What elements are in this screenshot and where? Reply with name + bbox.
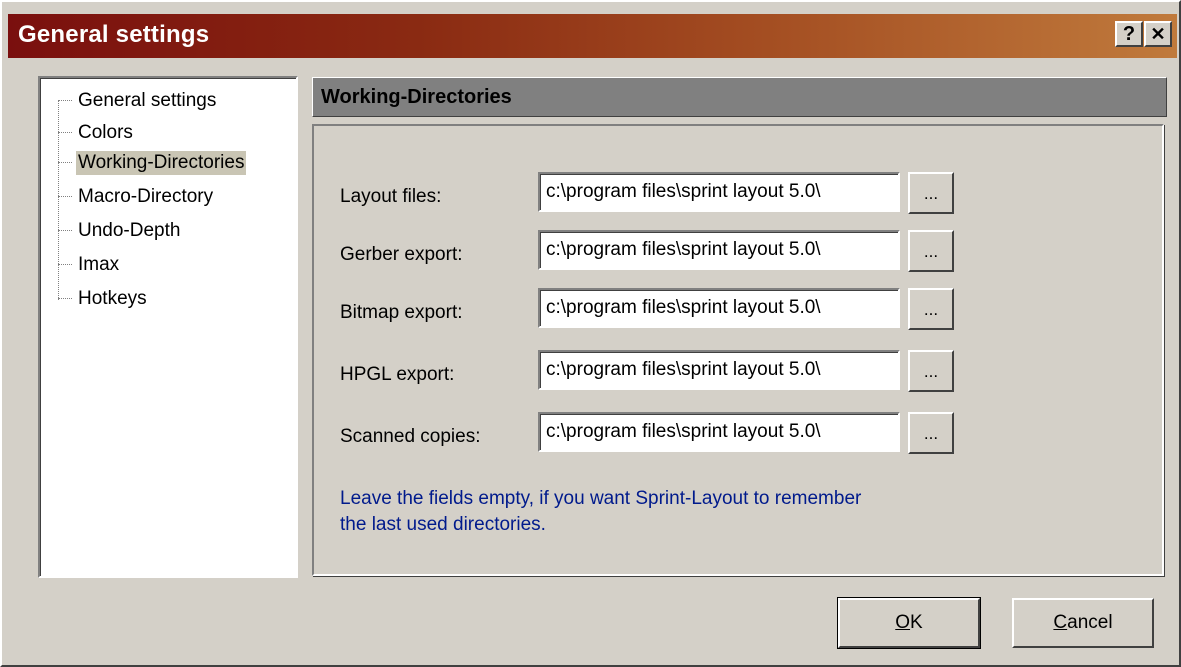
scanned-copies-input[interactable]: c:\program files\sprint layout 5.0\ (538, 412, 900, 452)
layout-files-browse-button[interactable]: ... (908, 172, 954, 214)
tree-connector (58, 162, 72, 164)
tree-item-label: Hotkeys (78, 288, 147, 309)
hint-line-2: the last used directories. (340, 514, 546, 535)
cancel-mnemonic: C (1053, 612, 1068, 633)
layout-files-label: Layout files: (340, 186, 442, 207)
tree-item-working-directories[interactable]: Working-Directories (58, 148, 247, 178)
section-title: Working-Directories (321, 86, 512, 108)
tree-item-undo-depth[interactable]: Undo-Depth (58, 216, 182, 246)
hpgl-export-input[interactable]: c:\program files\sprint layout 5.0\ (538, 350, 900, 390)
close-button[interactable]: ✕ (1144, 21, 1172, 47)
scanned-copies-browse-button[interactable]: ... (908, 412, 954, 454)
tree-connector (58, 264, 72, 266)
cancel-label-rest: ancel (1067, 612, 1113, 633)
hint-text: Leave the fields empty, if you want Spri… (340, 486, 960, 538)
settings-dialog: General settings ? ✕ General settings Co… (0, 0, 1181, 667)
layout-files-input[interactable]: c:\program files\sprint layout 5.0\ (538, 172, 900, 212)
hint-line-1: Leave the fields empty, if you want Spri… (340, 488, 862, 509)
window-title: General settings (18, 21, 210, 48)
bitmap-export-label: Bitmap export: (340, 302, 463, 323)
ok-button[interactable]: OK (837, 597, 981, 649)
ok-mnemonic: O (895, 612, 911, 633)
tree-item-macro-directory[interactable]: Macro-Directory (58, 182, 215, 212)
tree-connector (58, 298, 72, 300)
help-button[interactable]: ? (1115, 21, 1143, 47)
tree-item-label: Macro-Directory (78, 186, 214, 207)
tree-item-imax[interactable]: Imax (58, 250, 121, 280)
ok-label-rest: K (910, 612, 923, 633)
hpgl-export-browse-button[interactable]: ... (908, 350, 954, 392)
gerber-export-label: Gerber export: (340, 244, 463, 265)
tree-item-label: Undo-Depth (78, 220, 181, 241)
tree-item-label: Imax (78, 254, 120, 275)
section-header: Working-Directories (312, 77, 1167, 117)
title-bar[interactable]: General settings ? ✕ (8, 14, 1177, 58)
tree-item-label: Working-Directories (76, 151, 247, 175)
tree-item-label: General settings (78, 90, 217, 111)
tree-item-label: Colors (78, 122, 133, 143)
tree-connector (58, 132, 72, 134)
scanned-copies-label: Scanned copies: (340, 426, 481, 447)
settings-tree[interactable]: General settings Colors Working-Director… (38, 76, 298, 578)
tree-item-hotkeys[interactable]: Hotkeys (58, 284, 149, 314)
cancel-button[interactable]: Cancel (1012, 598, 1154, 648)
tree-connector (58, 100, 72, 102)
gerber-export-input[interactable]: c:\program files\sprint layout 5.0\ (538, 230, 900, 270)
tree-item-general-settings[interactable]: General settings (58, 86, 218, 116)
tree-connector (58, 230, 72, 232)
hpgl-export-label: HPGL export: (340, 364, 455, 385)
gerber-export-browse-button[interactable]: ... (908, 230, 954, 272)
bitmap-export-browse-button[interactable]: ... (908, 288, 954, 330)
bitmap-export-input[interactable]: c:\program files\sprint layout 5.0\ (538, 288, 900, 328)
tree-item-colors[interactable]: Colors (58, 118, 135, 148)
tree-connector (58, 196, 72, 198)
